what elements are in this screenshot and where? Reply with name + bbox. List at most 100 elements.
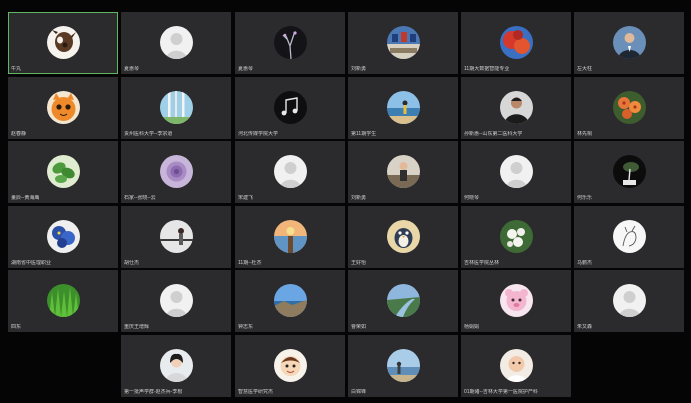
green-plant-avatar xyxy=(47,155,80,188)
man-portrait-avatar xyxy=(500,91,533,124)
seaside-figure-avatar xyxy=(387,91,420,124)
participant-name: 刘新勇 xyxy=(351,195,367,201)
participant-tile[interactable]: 林先桐 xyxy=(574,77,684,139)
woman-at-railing-avatar xyxy=(160,220,193,253)
participant-name: 智慧医学研究杰 xyxy=(238,389,274,395)
blue-sky-coast-avatar xyxy=(274,284,307,317)
participant-tile[interactable]: 曹荣如 xyxy=(348,270,458,332)
woman-portrait-avatar xyxy=(160,349,193,382)
participant-tile[interactable]: 左大柱 xyxy=(574,12,684,74)
orange-cartoon-cat-avatar xyxy=(47,91,80,124)
participant-tile[interactable]: 湖南省中医理职业 xyxy=(8,206,118,268)
participant-name: 河北传媒学院大学 xyxy=(238,131,279,137)
participant-tile[interactable]: 重庆王增辉 xyxy=(121,270,231,332)
music-notes-avatar xyxy=(274,91,307,124)
dark-bonsai-avatar xyxy=(613,155,646,188)
default-person-icon xyxy=(160,284,193,317)
birch-trees-avatar xyxy=(160,91,193,124)
participant-tile[interactable]: 夏惠琴 xyxy=(121,12,231,74)
participant-tile[interactable]: 01期诸--吉林大学第一医院护产科 xyxy=(461,335,571,397)
purple-rose-avatar xyxy=(160,155,193,188)
blue-flag-building-avatar xyxy=(387,26,420,59)
default-person-icon xyxy=(160,26,193,59)
orange-flowers-avatar xyxy=(613,91,646,124)
participant-name: 牛丸 xyxy=(11,66,22,72)
participant-tile[interactable]: 何晓琴 xyxy=(461,141,571,203)
participant-name: 夏惠琴 xyxy=(238,66,254,72)
participant-tile[interactable]: 王好怡 xyxy=(348,206,458,268)
person-in-room-avatar xyxy=(387,155,420,188)
participant-tile[interactable]: 董辰--黄海鹰 xyxy=(8,141,118,203)
participant-tile[interactable]: 马鹏杰 xyxy=(574,206,684,268)
participant-tile[interactable]: 赵春静 xyxy=(8,77,118,139)
participant-name: 贵州医科大学--李宗道 xyxy=(124,131,173,137)
participant-name: 刘新勇 xyxy=(351,66,367,72)
participant-name: 王好怡 xyxy=(351,260,367,266)
sunset-pier-avatar xyxy=(274,220,307,253)
participant-tile[interactable]: 刘新勇 xyxy=(348,12,458,74)
blue-flowers-avatar xyxy=(47,220,80,253)
participant-tile[interactable]: 朱又森 xyxy=(574,270,684,332)
participant-name: 胡仕杰 xyxy=(124,260,140,266)
red-autumn-leaves-avatar xyxy=(500,26,533,59)
default-person-icon xyxy=(500,155,533,188)
participant-tile[interactable]: 11期--杜杰 xyxy=(235,206,345,268)
participant-name: 马鹏杰 xyxy=(577,260,593,266)
participant-name: 林先桐 xyxy=(577,131,593,137)
participant-tile[interactable]: 贵州医科大学--李宗道 xyxy=(121,77,231,139)
pug-dog-avatar xyxy=(47,26,80,59)
participant-name: 杨娟娟 xyxy=(464,324,480,330)
participant-name: 吉林医学院丛林 xyxy=(464,260,500,266)
line-drawing-avatar xyxy=(613,220,646,253)
white-blossoms-avatar xyxy=(500,220,533,253)
participant-name: 第一批声学群-赵杰兵-李根 xyxy=(124,389,183,395)
lakeside-person-avatar xyxy=(387,349,420,382)
baby-avatar xyxy=(500,349,533,382)
participant-name: 左大柱 xyxy=(577,66,593,72)
participant-name: 董辰--黄海鹰 xyxy=(11,195,40,201)
man-in-suit-avatar xyxy=(613,26,646,59)
participant-tile[interactable]: 宋建飞 xyxy=(235,141,345,203)
green-grass-avatar xyxy=(47,284,80,317)
participant-name: 曹荣如 xyxy=(351,324,367,330)
participant-tile[interactable]: 杨娟娟 xyxy=(461,270,571,332)
participant-name: 何乐乐 xyxy=(577,195,593,201)
default-person-icon xyxy=(613,284,646,317)
participant-name: 01期诸--吉林大学第一医院护产科 xyxy=(464,389,538,395)
participant-name: 第11期学生 xyxy=(351,131,377,137)
participant-tile[interactable]: 第11期学生 xyxy=(348,77,458,139)
participant-name: 湖南省中医理职业 xyxy=(11,260,52,266)
participant-name: 四东 xyxy=(11,324,22,330)
default-person-icon xyxy=(274,155,307,188)
participant-tile[interactable]: 刘新勇 xyxy=(348,141,458,203)
participant-name: 宋建飞 xyxy=(238,195,254,201)
participant-name: 石家--张晓--云 xyxy=(124,195,156,201)
participant-name: 白锦锋 xyxy=(351,389,367,395)
participant-tile[interactable]: 钟志东 xyxy=(235,270,345,332)
participant-name: 夏惠琴 xyxy=(124,66,140,72)
participant-name: 孙新惠--山东第二医科大学 xyxy=(464,131,523,137)
participant-tile[interactable]: 胡仕杰 xyxy=(121,206,231,268)
cartoon-face-avatar xyxy=(274,349,307,382)
participant-tile[interactable]: 何乐乐 xyxy=(574,141,684,203)
participant-tile[interactable]: 四东 xyxy=(8,270,118,332)
participant-tile[interactable]: 河北传媒学院大学 xyxy=(235,77,345,139)
participant-tile[interactable]: 第一批声学群-赵杰兵-李根 xyxy=(121,335,231,397)
participant-tile[interactable]: 智慧医学研究杰 xyxy=(235,335,345,397)
participant-tile[interactable]: 夏惠琴 xyxy=(235,12,345,74)
participant-name: 重庆王增辉 xyxy=(124,324,150,330)
participant-tile[interactable]: 吉林医学院丛林 xyxy=(461,206,571,268)
participant-name: 何晓琴 xyxy=(464,195,480,201)
participant-tile[interactable]: 孙新惠--山东第二医科大学 xyxy=(461,77,571,139)
participant-name: 钟志东 xyxy=(238,324,254,330)
river-landscape-avatar xyxy=(387,284,420,317)
pink-cartoon-avatar xyxy=(500,284,533,317)
participant-name: 赵春静 xyxy=(11,131,27,137)
participant-tile[interactable]: 白锦锋 xyxy=(348,335,458,397)
participant-tile[interactable]: 11期大数据智能专业 xyxy=(461,12,571,74)
participant-tile[interactable]: 石家--张晓--云 xyxy=(121,141,231,203)
participant-tile[interactable]: 牛丸 xyxy=(8,12,118,74)
cartoon-bird-avatar xyxy=(387,220,420,253)
participant-name: 11期大数据智能专业 xyxy=(464,66,510,72)
participant-name: 朱又森 xyxy=(577,324,593,330)
